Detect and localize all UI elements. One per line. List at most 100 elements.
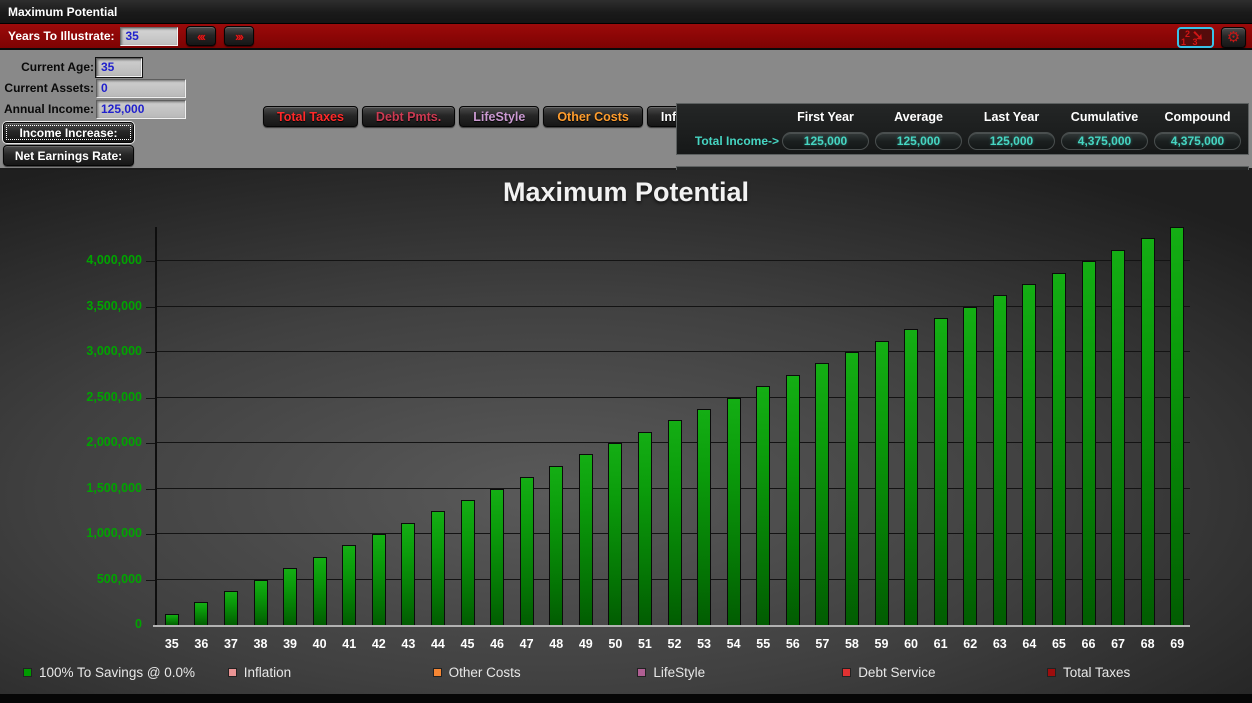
bar-age-46 (490, 488, 505, 625)
chart-title: Maximum Potential (502, 177, 750, 207)
current-age-label: Current Age: (21, 60, 94, 74)
x-axis-label: 36 (194, 637, 209, 651)
x-axis-label: 35 (164, 637, 179, 651)
bar-age-56 (785, 374, 800, 625)
x-axis-label: 56 (785, 637, 800, 651)
bar-age-58 (844, 352, 859, 625)
y-axis-label: 0 (135, 617, 142, 631)
total-income-row-label: Total Income-> (694, 133, 779, 148)
bar-age-42 (371, 534, 386, 625)
legend-swatch-icon (227, 667, 237, 677)
legend-swatch-icon (1047, 667, 1056, 677)
legend-label: Total Taxes (1063, 664, 1131, 680)
total-income-cumulative-value: 4,375,000 (1061, 132, 1148, 150)
x-axis-label: 66 (1081, 637, 1096, 651)
y-axis-label: 1,500,000 (86, 480, 142, 495)
x-axis-label: 53 (697, 637, 712, 651)
y-axis-tick (146, 534, 155, 536)
bar-age-49 (578, 454, 593, 625)
bar-age-52 (667, 420, 682, 625)
bottom-strip (0, 694, 1252, 703)
income-header-compound: Compound (1164, 109, 1231, 124)
window-titlebar: Maximum Potential (0, 0, 1252, 24)
legend-label: 100% To Savings @ 0.0% (39, 664, 196, 680)
legend-item: 100% To Savings @ 0.0% (23, 664, 196, 680)
legend-item: Inflation (227, 665, 291, 680)
current-assets-input[interactable] (96, 78, 186, 98)
bar-age-62 (963, 306, 978, 625)
x-axis-label: 68 (1140, 637, 1155, 651)
chevrons-right-icon: ››› (234, 28, 244, 44)
x-axis-label: 61 (933, 637, 948, 651)
y-axis-tick (146, 261, 155, 263)
bar-age-47 (519, 477, 534, 625)
y-axis-tick (146, 443, 155, 445)
total-income-panel: First Year Average Last Year Cumulative … (676, 103, 1249, 155)
sort-order-button[interactable]: 2 1 3 ➘ (1177, 27, 1214, 48)
legend-item: LifeStyle (637, 664, 706, 680)
years-to-illustrate-label: Years To Illustrate: (8, 29, 115, 43)
bar-age-53 (697, 408, 712, 625)
years-back-button[interactable]: ‹‹‹ (186, 26, 217, 46)
y-axis-label: 4,000,000 (86, 253, 142, 268)
net-earnings-rate-button[interactable]: Net Earnings Rate: (3, 145, 134, 166)
legend-swatch-icon (23, 667, 32, 677)
x-axis-label: 46 (490, 637, 505, 651)
total-income-compound-value: 4,375,000 (1154, 132, 1241, 150)
total-income-average-value: 125,000 (875, 132, 962, 150)
x-axis-label: 47 (519, 637, 534, 651)
tab-other-costs[interactable]: Other Costs (543, 106, 643, 127)
x-axis-label: 41 (342, 637, 357, 651)
annual-income-input[interactable] (96, 99, 186, 119)
window-title: Maximum Potential (8, 4, 118, 19)
legend-swatch-icon (842, 667, 852, 677)
bar-age-36 (194, 602, 209, 625)
bar-age-69 (1170, 227, 1185, 625)
bar-age-45 (460, 499, 475, 625)
bar-age-59 (874, 340, 889, 625)
bar-age-44 (430, 511, 445, 625)
tab-total-taxes[interactable]: Total Taxes (263, 106, 358, 127)
income-increase-button[interactable]: Income Increase: (3, 122, 134, 143)
bar-age-35 (164, 613, 179, 625)
bar-age-68 (1140, 238, 1155, 625)
years-forward-button[interactable]: ››› (224, 26, 255, 46)
legend-label: Debt Service (858, 664, 936, 680)
legend-label: Other Costs (448, 664, 521, 680)
income-header-average: Average (894, 109, 943, 124)
total-income-last-year-value: 125,000 (968, 132, 1055, 150)
tab-lifestyle[interactable]: LifeStyle (459, 106, 540, 127)
bar-age-50 (608, 443, 623, 625)
settings-button[interactable]: ⚙ (1221, 27, 1246, 48)
bar-age-41 (342, 545, 357, 625)
chart-section: Maximum Potential 35 36 37 38 39 40 41 42 43 44 45… (0, 170, 1252, 694)
toolbar: Years To Illustrate: ‹‹‹ ››› 2 1 3 ➘ ⚙ (0, 24, 1252, 50)
bar-age-55 (756, 386, 771, 625)
legend-swatch-icon (637, 667, 647, 677)
bar-age-39 (283, 568, 298, 625)
years-to-illustrate-input[interactable] (120, 26, 179, 46)
annual-income-label: Annual Income: (3, 102, 94, 116)
category-tabs: Total Taxes Debt Pmts. LifeStyle Other C… (263, 106, 724, 127)
bar-age-64 (1022, 283, 1037, 625)
current-age-input[interactable] (95, 56, 143, 78)
plot-area: 35 36 37 38 39 40 41 42 43 44 45 46 47 48 49 50 51 52 53 54… (155, 227, 1190, 651)
current-assets-label: Current Assets: (4, 81, 94, 95)
income-header-first-year: First Year (797, 109, 854, 124)
y-axis-tick (146, 306, 155, 308)
bar-age-43 (401, 522, 416, 625)
y-axis-label: 3,500,000 (86, 298, 142, 313)
bar-age-51 (637, 431, 652, 625)
app-window: Maximum Potential Years To Illustrate: ‹… (0, 0, 1252, 703)
tab-debt-pmts[interactable]: Debt Pmts. (361, 106, 456, 127)
x-axis-label: 51 (637, 637, 652, 651)
x-axis-label: 37 (223, 637, 238, 651)
y-axis-label: 500,000 (96, 571, 142, 586)
x-axis-label: 52 (667, 637, 682, 651)
legend-item: Total Taxes (1047, 664, 1131, 680)
legend-label: LifeStyle (653, 664, 706, 680)
bar-age-61 (933, 317, 948, 625)
x-axis-label: 48 (549, 637, 564, 651)
x-axis-label: 63 (992, 637, 1007, 651)
x-axis-label: 42 (371, 637, 386, 651)
